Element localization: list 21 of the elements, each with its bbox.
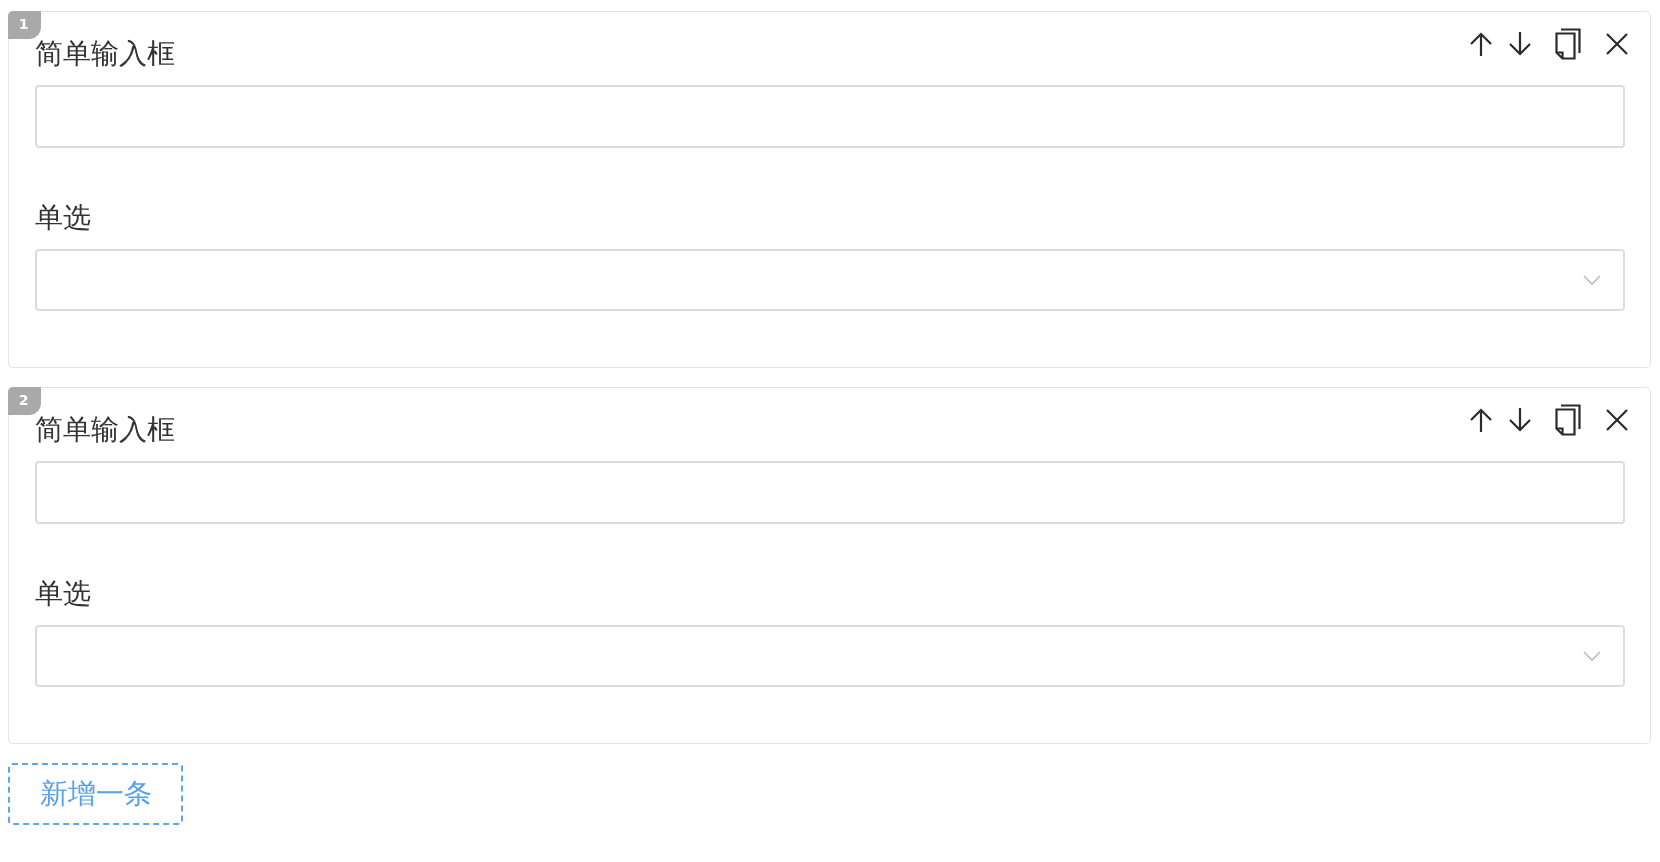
field-label: 简单输入框 <box>35 412 175 448</box>
copy-icon[interactable] <box>1555 28 1581 60</box>
select-field[interactable] <box>35 625 1625 687</box>
add-item-button[interactable]: 新增一条 <box>8 763 183 825</box>
arrow-down-icon[interactable] <box>1508 407 1532 433</box>
chevron-down-icon <box>1583 651 1601 661</box>
field-label: 单选 <box>35 576 91 612</box>
arrow-up-icon[interactable] <box>1469 31 1493 57</box>
text-input-field[interactable] <box>35 85 1625 148</box>
chevron-down-icon <box>1583 275 1601 285</box>
copy-icon[interactable] <box>1555 404 1581 436</box>
field-label: 简单输入框 <box>35 36 175 72</box>
index-badge: 1 <box>8 11 41 39</box>
arrow-down-icon[interactable] <box>1508 31 1532 57</box>
select-field[interactable] <box>35 249 1625 311</box>
close-icon[interactable] <box>1605 408 1629 432</box>
close-icon[interactable] <box>1605 32 1629 56</box>
index-badge: 2 <box>8 387 41 415</box>
text-input-field[interactable] <box>35 461 1625 524</box>
arrow-up-icon[interactable] <box>1469 407 1493 433</box>
field-label: 单选 <box>35 200 91 236</box>
